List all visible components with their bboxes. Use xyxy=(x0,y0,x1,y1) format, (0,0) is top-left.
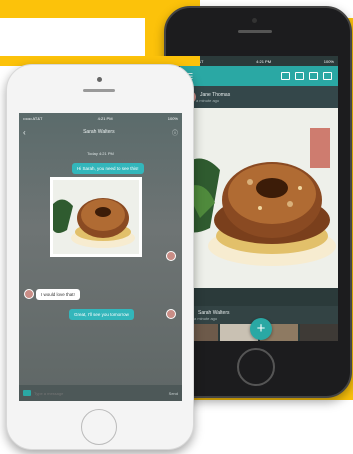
clock-text: 4:21 PM xyxy=(97,115,113,121)
avatar xyxy=(166,309,176,319)
food-photo-illustration xyxy=(53,180,139,254)
trash-icon[interactable] xyxy=(323,72,332,80)
post-timestamp: a minute ago xyxy=(196,97,220,103)
avatar xyxy=(24,289,34,299)
message-bubble-out[interactable]: Great, I'll see you tomorrow xyxy=(69,309,134,320)
message-input[interactable] xyxy=(34,389,166,397)
message-bubble-in[interactable]: I would love that! xyxy=(36,289,80,300)
post-header[interactable]: Jane Thomas a minute ago xyxy=(180,86,338,108)
shared-photo[interactable] xyxy=(50,177,142,257)
chat-title: Sarah Walters xyxy=(83,129,115,135)
chat-screen: •••oo AT&T 4:21 PM 100% ‹ Sarah Walters … xyxy=(19,113,182,401)
post-author: Jane Thomas xyxy=(200,91,231,98)
info-icon[interactable]: ⓘ xyxy=(172,128,178,137)
post-timestamp-2: a minute ago xyxy=(194,315,218,321)
food-photo-illustration xyxy=(180,108,338,288)
clock-text: 4:21 PM xyxy=(256,58,272,64)
status-bar: •••oo AT&T 4:21 PM 100% xyxy=(19,113,182,123)
phone-front: •••oo AT&T 4:21 PM 100% ‹ Sarah Walters … xyxy=(6,64,194,450)
home-button xyxy=(81,409,117,445)
archive-icon[interactable] xyxy=(309,72,318,80)
chat-header: ‹ Sarah Walters ⓘ xyxy=(19,123,182,141)
camera xyxy=(97,77,102,82)
battery-text: 100% xyxy=(323,58,334,64)
home-button xyxy=(237,348,275,386)
battery-text: 100% xyxy=(167,115,178,121)
compose-button[interactable]: + xyxy=(250,318,272,340)
speaker-grille xyxy=(238,30,272,33)
camera-icon[interactable] xyxy=(295,72,304,80)
message-composer: Send xyxy=(19,385,182,401)
attachment-icon[interactable] xyxy=(23,390,31,396)
chat-timestamp: Today 4:21 PM xyxy=(87,151,114,156)
send-button[interactable]: Send xyxy=(169,391,178,396)
chevron-left-icon[interactable]: ‹ xyxy=(23,128,26,137)
carrier-text: •••oo AT&T xyxy=(23,115,43,121)
avatar xyxy=(166,251,176,261)
header-actions xyxy=(281,72,332,80)
post-photo[interactable] xyxy=(180,108,338,288)
calendar-icon[interactable] xyxy=(281,72,290,80)
post-actions xyxy=(180,288,338,306)
camera xyxy=(252,18,257,23)
thumbnail[interactable] xyxy=(300,324,338,341)
app-header: ☰ xyxy=(180,66,338,86)
post-author-2: Sarah Walters xyxy=(198,309,230,316)
status-bar: •••oo AT&T 4:21 PM 100% xyxy=(180,56,338,66)
speaker-grille xyxy=(83,89,115,92)
back-screen: •••oo AT&T 4:21 PM 100% ☰ Jane Thomas a … xyxy=(180,56,338,341)
message-bubble-out[interactable]: Hi Sarah, you need to see this! xyxy=(72,163,144,174)
